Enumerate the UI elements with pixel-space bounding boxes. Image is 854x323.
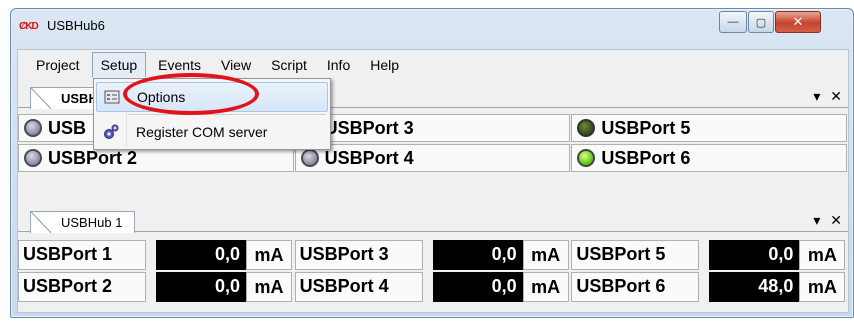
close-button[interactable]: ✕ bbox=[775, 11, 821, 33]
port-status-6[interactable]: USBPort 6 bbox=[571, 144, 848, 172]
current-readout: 0,0 bbox=[432, 240, 523, 270]
led-off-icon bbox=[24, 149, 42, 167]
gear-icon bbox=[96, 123, 126, 141]
panel-dropdown-icon[interactable]: ▾ bbox=[813, 88, 820, 104]
unit-label: mA bbox=[246, 272, 292, 302]
tab-label: USBHub 1 bbox=[61, 215, 123, 230]
port-meter-3: USBPort 3 0,0 mA bbox=[294, 240, 571, 270]
current-readout: 0,0 bbox=[432, 272, 523, 302]
panel-close-icon[interactable]: ✕ bbox=[830, 88, 842, 104]
port-meter-5: USBPort 5 0,0 mA bbox=[571, 240, 847, 270]
tab-strip: USBHub 1 ▾ ✕ bbox=[18, 208, 848, 233]
port-label: USBPort 5 bbox=[571, 240, 700, 270]
window-title: USBHub6 bbox=[47, 18, 105, 33]
port-status-5[interactable]: USBPort 5 bbox=[571, 114, 848, 142]
menu-script[interactable]: Script bbox=[263, 53, 315, 77]
minimize-icon: — bbox=[727, 16, 739, 28]
port-current-panel: USBHub 1 ▾ ✕ USBPort 1 0,0 mA USBPort 3 … bbox=[18, 208, 848, 312]
port-label: USBPort 4 bbox=[294, 272, 423, 302]
menu-info[interactable]: Info bbox=[319, 53, 358, 77]
menu-item-register-com-server[interactable]: Register COM server bbox=[96, 117, 328, 147]
port-label: USBPort 3 bbox=[324, 117, 414, 138]
port-label: USBPort 2 bbox=[48, 147, 138, 168]
tab-edge bbox=[31, 88, 51, 109]
led-green-icon bbox=[577, 149, 596, 167]
unit-label: mA bbox=[246, 240, 292, 270]
port-status-4[interactable]: USBPort 4 bbox=[294, 144, 571, 172]
menu-setup[interactable]: Setup bbox=[91, 52, 147, 78]
port-meter-4: USBPort 4 0,0 mA bbox=[294, 272, 571, 302]
app-window: ȻKD USBHub6 — ▢ ✕ Project Setup Events V… bbox=[10, 8, 854, 318]
current-readout: 0,0 bbox=[709, 240, 800, 270]
panel-controls: ▾ ✕ bbox=[807, 212, 842, 229]
unit-label: mA bbox=[522, 240, 569, 270]
maximize-icon: ▢ bbox=[755, 16, 767, 29]
led-off-icon bbox=[24, 119, 42, 137]
app-logo-icon: ȻKD bbox=[19, 21, 39, 32]
port-label: USBPort 6 bbox=[601, 147, 691, 168]
close-icon: ✕ bbox=[792, 14, 804, 29]
annotation-highlight-ellipse bbox=[123, 73, 259, 115]
meter-row-1: USBPort 1 0,0 mA USBPort 3 0,0 mA USBPor… bbox=[18, 240, 848, 270]
port-label: USB bbox=[48, 117, 87, 138]
unit-label: mA bbox=[799, 240, 846, 270]
title-bar[interactable]: ȻKD USBHub6 — ▢ ✕ bbox=[11, 9, 853, 43]
port-label: USBPort 2 bbox=[18, 272, 146, 302]
minimize-button[interactable]: — bbox=[719, 11, 747, 33]
menu-view[interactable]: View bbox=[213, 53, 259, 77]
current-readout: 0,0 bbox=[156, 272, 246, 302]
menu-separator bbox=[128, 114, 326, 115]
menu-help[interactable]: Help bbox=[362, 53, 407, 77]
led-dark-green-icon bbox=[577, 119, 596, 137]
menu-project[interactable]: Project bbox=[28, 53, 88, 77]
unit-label: mA bbox=[799, 272, 846, 302]
port-label: USBPort 1 bbox=[18, 240, 146, 270]
tab-usbhub1-current[interactable]: USBHub 1 bbox=[30, 211, 136, 233]
port-meter-1: USBPort 1 0,0 mA bbox=[18, 240, 294, 270]
led-off-icon bbox=[300, 149, 319, 167]
port-label: USBPort 3 bbox=[294, 240, 423, 270]
panel-close-icon[interactable]: ✕ bbox=[830, 212, 842, 228]
port-label: USBPort 4 bbox=[324, 147, 414, 168]
port-meter-6: USBPort 6 48,0 mA bbox=[571, 272, 847, 302]
maximize-button[interactable]: ▢ bbox=[748, 11, 774, 33]
port-label: USBPort 5 bbox=[601, 117, 691, 138]
port-status-3[interactable]: USBPort 3 bbox=[294, 114, 571, 142]
unit-label: mA bbox=[522, 272, 569, 302]
port-label: USBPort 6 bbox=[571, 272, 700, 302]
port-meter-2: USBPort 2 0,0 mA bbox=[18, 272, 294, 302]
meter-row-2: USBPort 2 0,0 mA USBPort 4 0,0 mA USBPor… bbox=[18, 272, 848, 302]
tab-edge bbox=[31, 212, 51, 233]
menu-bar: Project Setup Events View Script Info He… bbox=[18, 50, 848, 80]
panel-dropdown-icon[interactable]: ▾ bbox=[813, 212, 820, 228]
current-readout: 0,0 bbox=[156, 240, 246, 270]
menu-item-label: Register COM server bbox=[136, 124, 268, 140]
current-readout: 48,0 bbox=[709, 272, 800, 302]
panel-controls: ▾ ✕ bbox=[807, 88, 842, 105]
